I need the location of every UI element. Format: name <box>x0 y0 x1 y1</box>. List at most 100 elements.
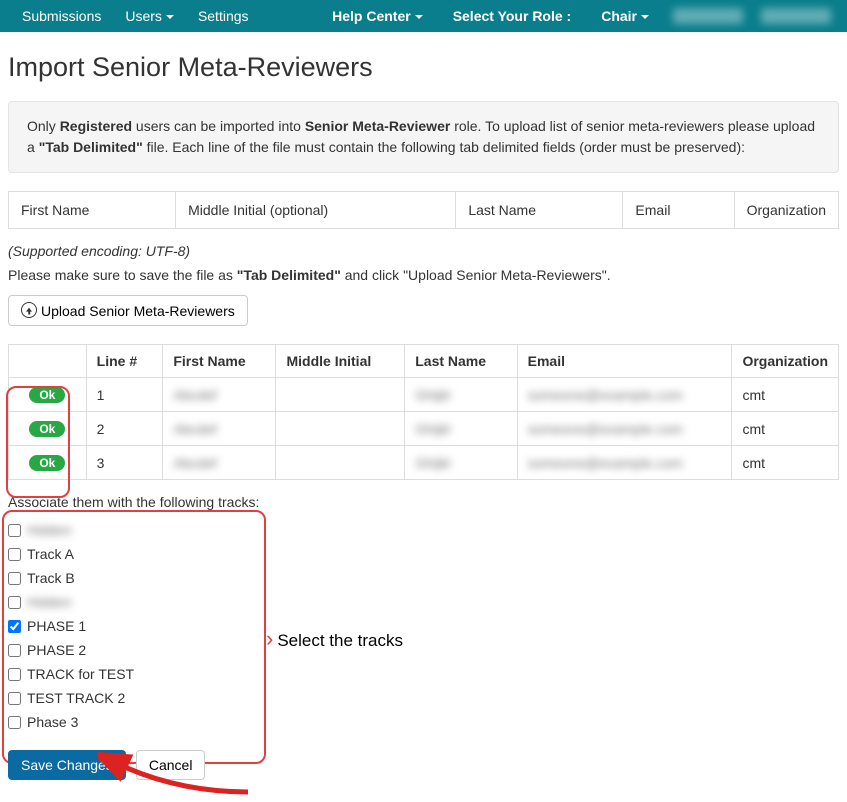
chevron-down-icon <box>415 15 423 19</box>
org-cell: cmt <box>732 378 839 412</box>
nav-help-label: Help Center <box>332 8 411 24</box>
field-first: First Name <box>9 192 176 229</box>
status-badge: Ok <box>29 455 65 471</box>
instr-text: Please make sure to save the file as <box>8 267 237 283</box>
track-item[interactable]: Track A <box>8 546 508 562</box>
track-label: Track A <box>27 546 74 562</box>
nav-users[interactable]: Users <box>113 2 186 30</box>
nav-users-label: Users <box>125 8 162 24</box>
mi-cell <box>276 412 405 446</box>
col-first: First Name <box>163 345 276 378</box>
line-cell: 1 <box>86 378 163 412</box>
field-org: Organization <box>734 192 838 229</box>
table-row: Ok 3Abcdef Ghijklsomeone@example.comcmt <box>9 446 839 480</box>
table-row: Ok2Abcdef Ghijklsomeone@example.comcmt <box>9 412 839 446</box>
track-item[interactable]: Hidden <box>8 594 508 610</box>
status-cell: Ok <box>9 446 87 480</box>
field-middle: Middle Initial (optional) <box>176 192 456 229</box>
instr-bold: "Tab Delimited" <box>237 267 341 283</box>
line-cell: 3 <box>86 446 163 480</box>
email-cell: someone@example.com <box>517 446 732 480</box>
nav-role-value: Chair <box>601 8 637 24</box>
track-checkbox[interactable] <box>8 572 21 585</box>
annotation-text: ›Select the tracks <box>266 626 403 652</box>
nav-role-select[interactable]: Chair <box>589 2 661 30</box>
tracks-label: Associate them with the following tracks… <box>8 494 839 510</box>
track-checkbox[interactable] <box>8 716 21 729</box>
track-checkbox[interactable] <box>8 620 21 633</box>
track-item[interactable]: PHASE 2 <box>8 642 508 658</box>
track-item[interactable]: PHASE 1 <box>8 618 508 634</box>
nav-help-center[interactable]: Help Center <box>320 2 435 30</box>
info-bold: Senior Meta-Reviewer <box>305 118 451 134</box>
track-checkbox[interactable] <box>8 692 21 705</box>
info-panel: Only Registered users can be imported in… <box>8 101 839 173</box>
nav-user-redacted <box>673 8 743 24</box>
track-item[interactable]: TEST TRACK 2 <box>8 690 508 706</box>
track-label: Track B <box>27 570 75 586</box>
col-last: Last Name <box>405 345 517 378</box>
track-label: Phase 3 <box>27 714 78 730</box>
col-mi: Middle Initial <box>276 345 405 378</box>
last-cell: Ghijkl <box>405 446 517 480</box>
col-email: Email <box>517 345 732 378</box>
track-checkbox[interactable] <box>8 668 21 681</box>
encoding-note: (Supported encoding: UTF-8) <box>8 243 839 259</box>
nav-submissions[interactable]: Submissions <box>10 2 113 30</box>
first-cell: Abcdef <box>163 378 276 412</box>
first-cell: Abcdef <box>163 446 276 480</box>
track-checkbox[interactable] <box>8 524 21 537</box>
first-cell: Abcdef <box>163 412 276 446</box>
org-cell: cmt <box>732 446 839 480</box>
col-status <box>9 345 87 378</box>
track-item[interactable]: TRACK for TEST <box>8 666 508 682</box>
col-org: Organization <box>732 345 839 378</box>
track-checkbox[interactable] <box>8 644 21 657</box>
info-bold: Registered <box>60 118 132 134</box>
caret-right-icon: › <box>266 626 273 651</box>
status-cell: Ok <box>9 378 87 412</box>
info-bold: "Tab Delimited" <box>39 139 143 155</box>
save-button[interactable]: Save Changes <box>8 750 126 780</box>
cancel-button[interactable]: Cancel <box>136 750 206 780</box>
chevron-down-icon <box>166 15 174 19</box>
page-title: Import Senior Meta-Reviewers <box>8 52 839 83</box>
track-checkbox[interactable] <box>8 596 21 609</box>
info-text: file. Each line of the file must contain… <box>143 139 745 155</box>
org-cell: cmt <box>732 412 839 446</box>
upload-button[interactable]: Upload Senior Meta-Reviewers <box>8 295 248 326</box>
preview-table: Line # First Name Middle Initial Last Na… <box>8 344 839 480</box>
info-text: users can be imported into <box>132 118 305 134</box>
mi-cell <box>276 378 405 412</box>
status-badge: Ok <box>29 387 65 403</box>
upload-icon <box>21 302 37 318</box>
field-last: Last Name <box>456 192 623 229</box>
track-label: PHASE 2 <box>27 642 86 658</box>
track-label: Hidden <box>27 594 71 610</box>
status-cell: Ok <box>9 412 87 446</box>
track-item[interactable]: Phase 3 <box>8 714 508 730</box>
last-cell: Ghijkl <box>405 378 517 412</box>
track-label: Hidden <box>27 522 71 538</box>
track-item[interactable]: Hidden <box>8 522 508 538</box>
mi-cell <box>276 446 405 480</box>
top-navbar: Submissions Users Settings Help Center S… <box>0 0 847 32</box>
nav-settings[interactable]: Settings <box>186 2 261 30</box>
info-text: Only <box>27 118 60 134</box>
track-label: TRACK for TEST <box>27 666 134 682</box>
track-checkbox[interactable] <box>8 548 21 561</box>
instr-text: and click "Upload Senior Meta-Reviewers"… <box>341 267 611 283</box>
annotation-label: Select the tracks <box>277 631 403 650</box>
track-item[interactable]: Track B <box>8 570 508 586</box>
table-row: Ok1AbcdefGhijklsomeone@example.comcmt <box>9 378 839 412</box>
track-label: TEST TRACK 2 <box>27 690 125 706</box>
tracks-section: Hidden Track A Track B Hidden PHASE 1 PHASE 2… <box>8 516 508 736</box>
email-cell: someone@example.com <box>517 412 732 446</box>
fields-table: First Name Middle Initial (optional) Las… <box>8 191 839 229</box>
chevron-down-icon <box>641 15 649 19</box>
last-cell: Ghijkl <box>405 412 517 446</box>
line-cell: 2 <box>86 412 163 446</box>
nav-user-redacted <box>761 8 831 24</box>
save-instruction: Please make sure to save the file as "Ta… <box>8 267 839 283</box>
field-email: Email <box>623 192 734 229</box>
